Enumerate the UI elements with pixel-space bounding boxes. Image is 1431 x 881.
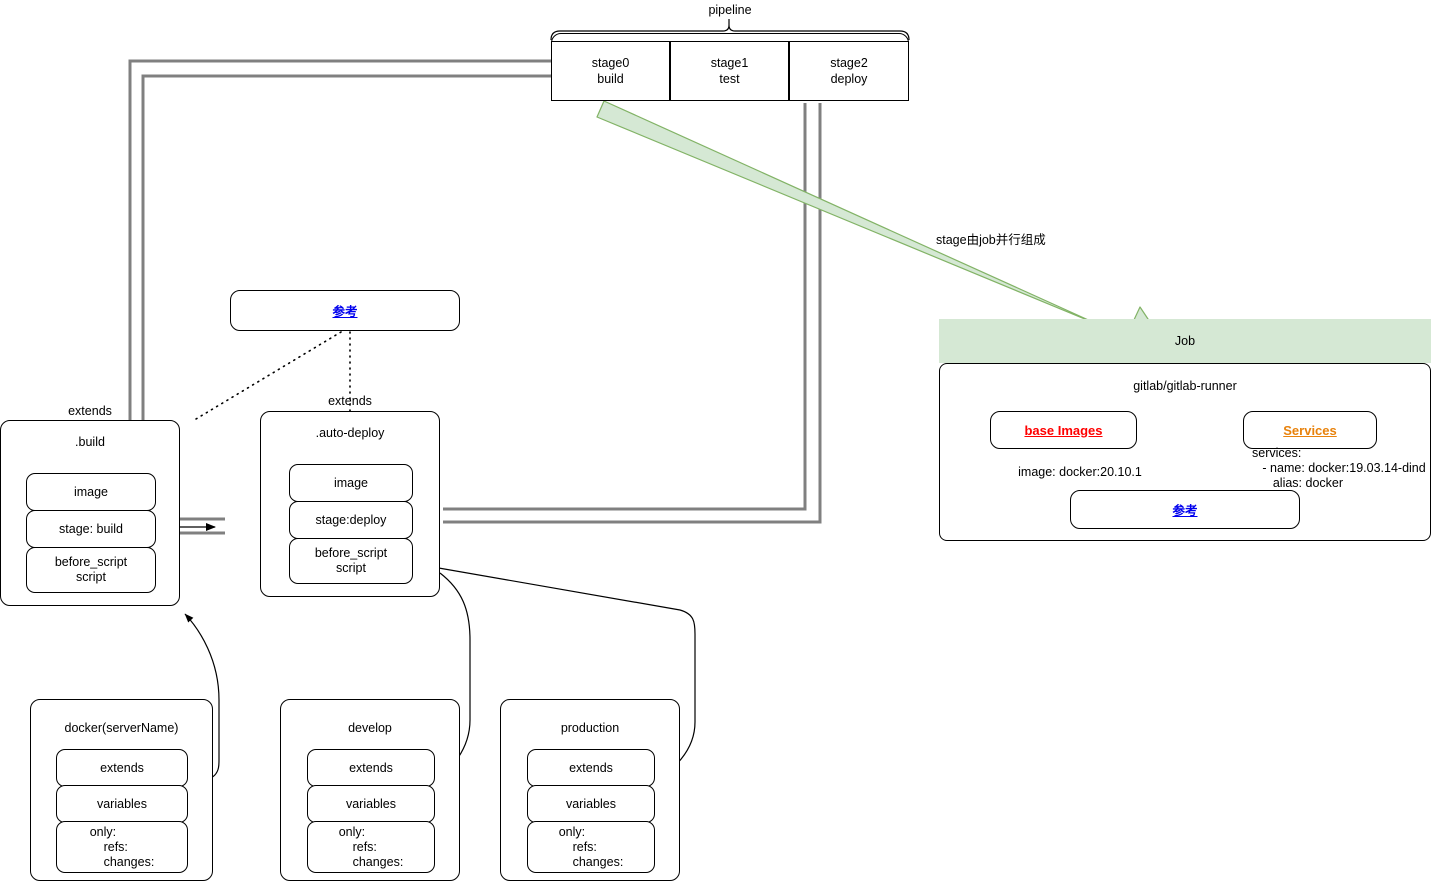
row-label: only: refs: changes: (89, 824, 155, 869)
job-production-row-only[interactable]: only: refs: changes: (527, 821, 655, 873)
extends-label-autodeploy: extends (328, 394, 372, 408)
services-box[interactable]: Services (1243, 411, 1377, 449)
job-docker-title: docker(serverName) (64, 721, 179, 735)
job-panel-header: Job (939, 319, 1431, 363)
reference-box-top[interactable]: 参考 (230, 290, 460, 331)
template-build: .build image stage: build before_script … (0, 420, 180, 606)
template-auto-deploy: .auto-deploy image stage:deploy before_s… (260, 411, 440, 597)
base-images-box[interactable]: base Images (990, 411, 1137, 449)
job-develop-row-extends[interactable]: extends (307, 749, 435, 787)
job-production: production extends variables only: refs:… (500, 699, 680, 881)
job-develop: develop extends variables only: refs: ch… (280, 699, 460, 881)
row-label: variables (565, 796, 617, 811)
row-label: extends (569, 760, 613, 775)
stage1-name: stage1 (710, 56, 749, 70)
job-docker: docker(serverName) extends variables onl… (30, 699, 213, 881)
reference-link-top[interactable]: 参考 (332, 301, 357, 320)
pipeline-stage-stage0[interactable]: stage0 build (551, 41, 670, 101)
job-production-title: production (560, 721, 620, 735)
template-auto-deploy-row-stage[interactable]: stage:deploy (289, 501, 413, 539)
job-production-row-extends[interactable]: extends (527, 749, 655, 787)
row-label: stage:deploy (315, 512, 387, 527)
green-arrow-label: stage由job并行组成 (936, 233, 1046, 247)
template-build-title: .build (75, 435, 105, 449)
row-label: only: refs: changes: (558, 824, 624, 869)
services-link[interactable]: Services (1283, 423, 1337, 438)
row-label: stage: build (59, 521, 123, 536)
diagram-canvas: pipeline stage0 build stage1 test stage2… (0, 0, 1431, 881)
job-develop-title: develop (348, 721, 392, 735)
stage1-job: test (719, 72, 740, 86)
template-auto-deploy-title: .auto-deploy (315, 426, 385, 440)
row-label: before_script script (54, 555, 128, 584)
pipeline-stage-stage2[interactable]: stage2 deploy (789, 41, 909, 101)
job-docker-row-only[interactable]: only: refs: changes: (56, 821, 188, 873)
stage2-job: deploy (830, 72, 868, 86)
job-docker-row-extends[interactable]: extends (56, 749, 188, 787)
row-label: variables (345, 796, 397, 811)
template-build-row-scripts[interactable]: before_script script (26, 547, 156, 593)
template-auto-deploy-row-image[interactable]: image (289, 464, 413, 502)
job-production-row-variables[interactable]: variables (527, 785, 655, 823)
job-develop-row-variables[interactable]: variables (307, 785, 435, 823)
row-label: image (333, 475, 369, 490)
extends-label-build: extends (68, 404, 112, 418)
template-auto-deploy-row-scripts[interactable]: before_script script (289, 538, 413, 584)
connector-stage2-to-autodeploy (443, 103, 822, 524)
job-panel-header-label: Job (1174, 334, 1196, 348)
template-build-row-image[interactable]: image (26, 473, 156, 511)
pipeline-label: pipeline (708, 3, 752, 17)
row-label: variables (96, 796, 148, 811)
stage0-name: stage0 (591, 56, 630, 70)
stage0-job: build (597, 72, 624, 86)
row-label: extends (100, 760, 144, 775)
services-caption: services: - name: docker:19.03.14-dind a… (1252, 446, 1426, 490)
template-build-row-stage[interactable]: stage: build (26, 510, 156, 548)
row-label: extends (349, 760, 393, 775)
pipeline-stage-stage1[interactable]: stage1 test (670, 41, 789, 101)
job-develop-row-only[interactable]: only: refs: changes: (307, 821, 435, 873)
reference-link-job[interactable]: 参考 (1172, 500, 1197, 519)
row-label: only: refs: changes: (338, 824, 404, 869)
reference-box-job[interactable]: 参考 (1070, 490, 1300, 529)
row-label: image (73, 484, 109, 499)
stage2-name: stage2 (830, 56, 868, 70)
job-docker-row-variables[interactable]: variables (56, 785, 188, 823)
job-runner-label: gitlab/gitlab-runner (1133, 379, 1237, 393)
base-images-link[interactable]: base Images (1024, 423, 1102, 438)
row-label: before_script script (314, 546, 388, 575)
base-images-caption: image: docker:20.10.1 (1018, 465, 1142, 479)
